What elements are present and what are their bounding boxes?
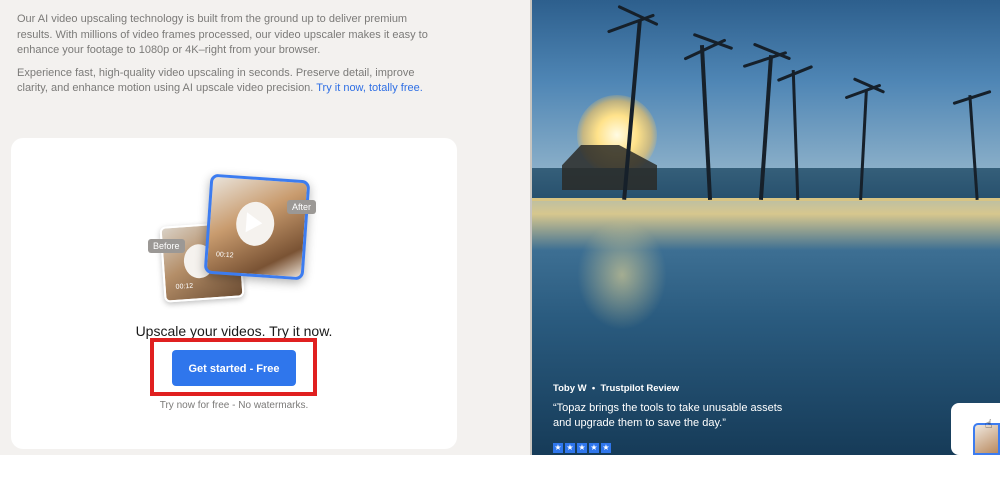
intro-paragraph-1: Our AI video upscaling technology is bui… [17,13,428,56]
pool-edge [532,198,1000,201]
palm-frond [692,32,734,51]
review-separator: • [591,383,596,394]
star-icon: ★ [565,443,575,453]
review-quote: “Topaz brings the tools to take unusable… [553,402,783,429]
star-icon: ★ [577,443,587,453]
star-icon: ★ [589,443,599,453]
get-started-button[interactable]: Get started - Free [172,350,296,386]
after-timestamp: 00:12 [215,251,234,260]
before-timestamp: 00:12 [175,282,194,291]
review-block: Toby W • Trustpilot Review “Topaz brings… [553,383,803,431]
before-label: Before [148,239,185,253]
review-source: Trustpilot Review [600,383,680,394]
star-icon: ★ [601,443,611,453]
review-meta: Toby W • Trustpilot Review [553,383,803,394]
intro-text: Our AI video upscaling technology is bui… [17,12,437,104]
sun-reflection [577,220,667,330]
after-thumbnail: 00:12 [203,173,311,281]
star-icon: ★ [553,443,563,453]
palm-frond [606,13,656,34]
play-icon[interactable] [245,212,263,234]
palm-frond [952,89,992,106]
hand-cursor-icon: ☝ [985,417,993,431]
card-title: Upscale your videos. Try it now. [135,323,333,339]
card-subnote: Try now for free - No watermarks. [159,400,309,411]
rating-stars: ★ ★ ★ ★ ★ [553,443,611,453]
after-label: After [287,200,317,214]
review-author: Toby W [553,383,587,394]
try-free-link[interactable]: Try it now, totally free. [316,82,423,94]
intro-paragraph-2: Experience fast, high-quality video upsc… [17,66,437,97]
